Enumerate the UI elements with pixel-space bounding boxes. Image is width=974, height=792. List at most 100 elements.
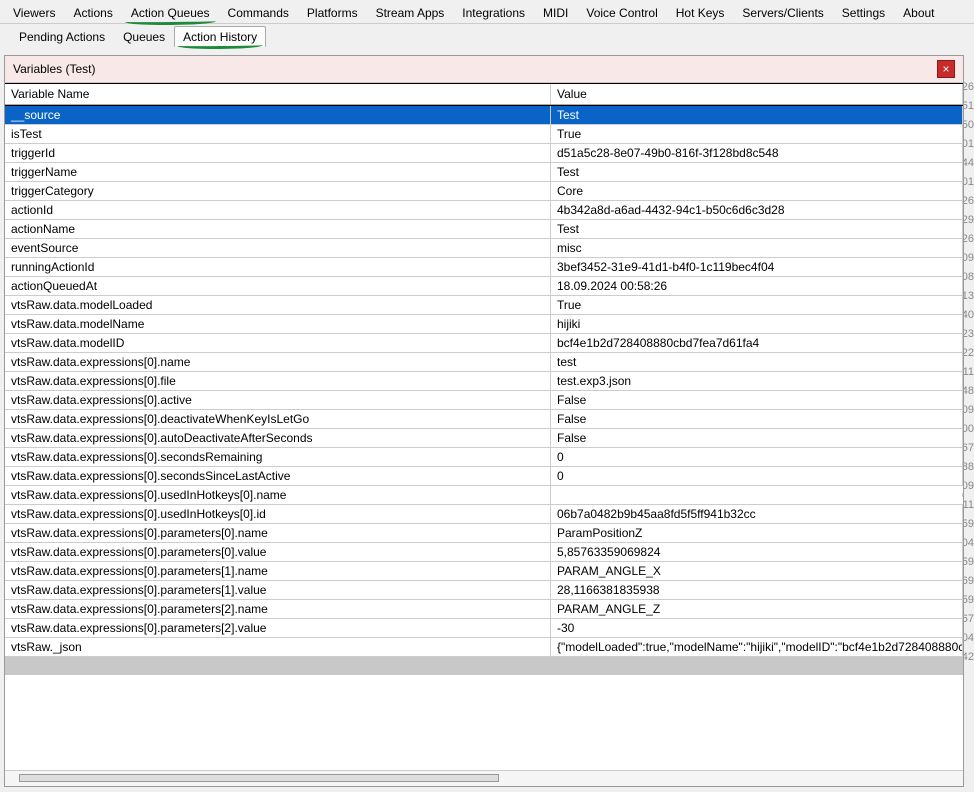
cell-variable-name: actionId (5, 201, 551, 219)
column-header-name[interactable]: Variable Name (5, 84, 551, 104)
cell-value: 0 (551, 467, 963, 485)
table-row[interactable]: vtsRaw.data.expressions[0].parameters[0]… (5, 543, 963, 562)
cell-value: d51a5c28-8e07-49b0-816f-3f128bd8c548 (551, 144, 963, 162)
cell-value: 3bef3452-31e9-41d1-b4f0-1c119bec4f04 (551, 258, 963, 276)
cell-variable-name: triggerName (5, 163, 551, 181)
table-row[interactable]: actionQueuedAt18.09.2024 00:58:26 (5, 277, 963, 296)
tab-hot-keys[interactable]: Hot Keys (667, 2, 734, 23)
cell-variable-name: isTest (5, 125, 551, 143)
column-header-value[interactable]: Value (551, 84, 963, 104)
main-tabs: ViewersActionsAction QueuesCommandsPlatf… (0, 0, 974, 24)
cell-variable-name: vtsRaw.data.expressions[0].parameters[2]… (5, 600, 551, 618)
cell-value: PARAM_ANGLE_X (551, 562, 963, 580)
table-row[interactable]: vtsRaw.data.expressions[0].parameters[2]… (5, 600, 963, 619)
table-row[interactable]: vtsRaw.data.expressions[0].nametest (5, 353, 963, 372)
cell-variable-name: vtsRaw._json (5, 638, 551, 656)
cell-variable-name: runningActionId (5, 258, 551, 276)
cell-variable-name: vtsRaw.data.expressions[0].secondsRemain… (5, 448, 551, 466)
table-row[interactable]: actionNameTest (5, 220, 963, 239)
cell-value: False (551, 410, 963, 428)
table-row[interactable]: vtsRaw.data.expressions[0].activeFalse (5, 391, 963, 410)
cell-value: 4b342a8d-a6ad-4432-94c1-b50c6d6c3d28 (551, 201, 963, 219)
close-icon: × (942, 62, 949, 76)
subtab-action-history[interactable]: Action History (174, 26, 266, 47)
filler-row (5, 657, 963, 675)
table-row[interactable]: vtsRaw.data.expressions[0].filetest.exp3… (5, 372, 963, 391)
table-row[interactable]: vtsRaw.data.modelNamehijiki (5, 315, 963, 334)
table-row[interactable]: vtsRaw.data.expressions[0].parameters[0]… (5, 524, 963, 543)
cell-value: ParamPositionZ (551, 524, 963, 542)
table-row[interactable]: vtsRaw.data.expressions[0].parameters[1]… (5, 581, 963, 600)
cell-value: test (551, 353, 963, 371)
subtab-pending-actions[interactable]: Pending Actions (10, 26, 114, 47)
table-row[interactable]: runningActionId3bef3452-31e9-41d1-b4f0-1… (5, 258, 963, 277)
variables-rows[interactable]: __sourceTestisTestTruetriggerIdd51a5c28-… (5, 105, 963, 770)
table-row[interactable]: vtsRaw.data.modelIDbcf4e1b2d728408880cbd… (5, 334, 963, 353)
cell-variable-name: triggerId (5, 144, 551, 162)
cell-variable-name: actionName (5, 220, 551, 238)
cell-variable-name: vtsRaw.data.expressions[0].autoDeactivat… (5, 429, 551, 447)
tab-viewers[interactable]: Viewers (4, 2, 64, 23)
table-row[interactable]: vtsRaw.data.expressions[0].parameters[1]… (5, 562, 963, 581)
cell-variable-name: vtsRaw.data.expressions[0].name (5, 353, 551, 371)
sub-tabs: Pending ActionsQueuesAction History (0, 24, 974, 47)
cell-value: True (551, 125, 963, 143)
tab-action-queues[interactable]: Action Queues (122, 2, 219, 23)
table-row[interactable]: isTestTrue (5, 125, 963, 144)
tab-about[interactable]: About (894, 2, 943, 23)
table-row[interactable]: triggerIdd51a5c28-8e07-49b0-816f-3f128bd… (5, 144, 963, 163)
subtab-queues[interactable]: Queues (114, 26, 174, 47)
cell-value: misc (551, 239, 963, 257)
table-row[interactable]: vtsRaw.data.expressions[0].secondsSinceL… (5, 467, 963, 486)
tab-midi[interactable]: MIDI (534, 2, 577, 23)
cell-variable-name: __source (5, 106, 551, 124)
panel-header: Variables (Test) × (5, 56, 963, 83)
table-row[interactable]: actionId4b342a8d-a6ad-4432-94c1-b50c6d6c… (5, 201, 963, 220)
table-row[interactable]: vtsRaw.data.expressions[0].autoDeactivat… (5, 429, 963, 448)
cell-value: 5,85763359069824 (551, 543, 963, 561)
table-row[interactable]: eventSourcemisc (5, 239, 963, 258)
column-headers: Variable Name Value (5, 83, 963, 105)
table-row[interactable]: vtsRaw.data.expressions[0].parameters[2]… (5, 619, 963, 638)
tab-actions[interactable]: Actions (64, 2, 121, 23)
close-button[interactable]: × (937, 60, 955, 78)
cell-value: bcf4e1b2d728408880cbd7fea7d61fa4 (551, 334, 963, 352)
tab-commands[interactable]: Commands (219, 2, 298, 23)
cell-variable-name: vtsRaw.data.expressions[0].usedInHotkeys… (5, 505, 551, 523)
cell-value: Test (551, 106, 963, 124)
cell-variable-name: vtsRaw.data.expressions[0].usedInHotkeys… (5, 486, 551, 504)
tab-settings[interactable]: Settings (833, 2, 894, 23)
cell-variable-name: vtsRaw.data.expressions[0].parameters[2]… (5, 619, 551, 637)
cell-value: test.exp3.json (551, 372, 963, 390)
table-row[interactable]: vtsRaw.data.expressions[0].usedInHotkeys… (5, 486, 963, 505)
cell-value: -30 (551, 619, 963, 637)
panel-title: Variables (Test) (13, 62, 95, 76)
table-row[interactable]: triggerNameTest (5, 163, 963, 182)
table-row[interactable]: vtsRaw.data.expressions[0].deactivateWhe… (5, 410, 963, 429)
cell-value: 28,1166381835938 (551, 581, 963, 599)
cell-value: {"modelLoaded":true,"modelName":"hijiki"… (551, 638, 963, 656)
tab-platforms[interactable]: Platforms (298, 2, 367, 23)
tab-integrations[interactable]: Integrations (453, 2, 534, 23)
cell-value: True (551, 296, 963, 314)
cell-value: Test (551, 220, 963, 238)
table-row[interactable]: vtsRaw.data.expressions[0].usedInHotkeys… (5, 505, 963, 524)
cell-variable-name: vtsRaw.data.expressions[0].parameters[0]… (5, 543, 551, 561)
table-row[interactable]: triggerCategoryCore (5, 182, 963, 201)
cell-value: Core (551, 182, 963, 200)
cell-variable-name: vtsRaw.data.expressions[0].parameters[0]… (5, 524, 551, 542)
cell-value: 0 (551, 448, 963, 466)
table-row[interactable]: __sourceTest (5, 106, 963, 125)
cell-value: Test (551, 163, 963, 181)
table-row[interactable]: vtsRaw.data.modelLoadedTrue (5, 296, 963, 315)
tab-voice-control[interactable]: Voice Control (577, 2, 666, 23)
tab-stream-apps[interactable]: Stream Apps (367, 2, 454, 23)
cell-variable-name: vtsRaw.data.expressions[0].parameters[1]… (5, 562, 551, 580)
tab-servers-clients[interactable]: Servers/Clients (733, 2, 832, 23)
table-row[interactable]: vtsRaw.data.expressions[0].secondsRemain… (5, 448, 963, 467)
cell-variable-name: vtsRaw.data.expressions[0].file (5, 372, 551, 390)
horizontal-scrollbar[interactable] (5, 770, 963, 786)
table-row[interactable]: vtsRaw._json{"modelLoaded":true,"modelNa… (5, 638, 963, 657)
scroll-thumb[interactable] (19, 774, 499, 782)
cell-variable-name: vtsRaw.data.modelLoaded (5, 296, 551, 314)
